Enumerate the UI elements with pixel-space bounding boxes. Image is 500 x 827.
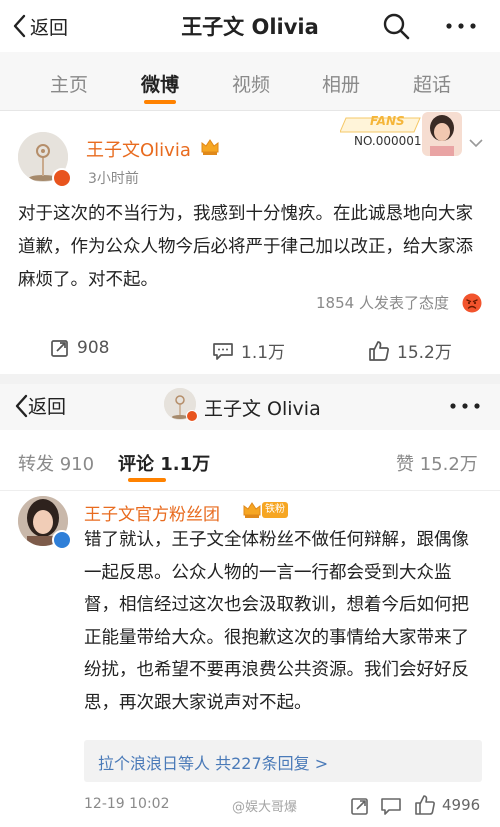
active-tab-indicator (128, 478, 166, 482)
detail-name[interactable]: 王子文 Olivia (204, 394, 321, 421)
repost-icon (51, 340, 68, 357)
tab-likes[interactable]: 赞 15.2万 (396, 450, 478, 476)
watermark: @娱大哥爆 (232, 800, 298, 815)
comment-body: 错了就认，王子文全体粉丝不做任何辩解，跟偶像一起反思。公众人物的一言一行都会受到… (84, 530, 469, 713)
thumbs-up-icon (369, 340, 389, 361)
tab-albums[interactable]: 相册 (322, 70, 360, 97)
post-action-bar: 908 1.1万 15.2万 (0, 334, 500, 368)
member-crown-icon (243, 502, 261, 518)
profile-tabs: 主页 微博 视频 相册 超话 (0, 52, 500, 111)
fans-number: NO.000001 (354, 134, 422, 148)
post-time: 3小时前 (88, 171, 139, 187)
active-tab-indicator (144, 100, 176, 104)
fan-level-badge: 铁粉 (262, 502, 288, 518)
tab-home[interactable]: 主页 (50, 70, 88, 97)
post-body: 对于这次的不当行为，我感到十分愧疚。在此诚恳地向大家道歉，作为公众人物今后必将严… (18, 204, 473, 290)
like-count: 15.2万 (397, 343, 452, 363)
replies-text: 拉个浪浪日等人 共227条回复 > (98, 754, 329, 773)
top-nav-bar: 返回 王子文 Olivia (0, 0, 500, 52)
portrait-image (422, 112, 462, 156)
thumbs-up-icon[interactable] (414, 794, 436, 816)
chevron-left-icon (15, 394, 28, 417)
detail-back-label: 返回 (28, 396, 67, 418)
comment-like-count: 4996 (442, 796, 481, 814)
section-divider (0, 374, 500, 384)
replies-link[interactable]: 拉个浪浪日等人 共227条回复 > (84, 740, 482, 782)
detail-tabs: 转发 910 评论 1.1万 赞 15.2万 (0, 430, 500, 491)
chevron-down-icon[interactable] (468, 137, 484, 149)
commenter-name[interactable]: 王子文官方粉丝团 (84, 500, 220, 525)
reaction-summary[interactable]: 1854 人发表了态度 (316, 292, 449, 313)
search-icon[interactable] (382, 12, 410, 40)
comment-count: 1.1万 (241, 343, 286, 363)
repost-button[interactable]: 908 (50, 338, 109, 358)
tab-weibo[interactable]: 微博 (141, 70, 179, 97)
member-crown-icon (201, 139, 219, 155)
fans-badge[interactable]: FANS NO.000001 (340, 112, 466, 156)
blue-verified-badge (52, 530, 72, 550)
post-author[interactable]: 王子文Olivia (86, 136, 191, 162)
detail-back-button[interactable]: 返回 (14, 392, 66, 419)
page-title: 王子文 Olivia (181, 15, 319, 39)
fans-title: FANS (370, 114, 405, 128)
detail-header: 返回 王子文 Olivia (0, 384, 500, 430)
tab-reposts[interactable]: 转发 910 (18, 450, 94, 476)
comment-icon (213, 342, 233, 360)
comment-button[interactable]: 1.1万 (212, 338, 285, 363)
verified-badge (52, 168, 72, 188)
comment-icon[interactable] (380, 796, 402, 816)
screen: 返回 王子文 Olivia 主页 微博 视频 相册 超话 王子文Olivia 3… (0, 0, 500, 827)
more-icon[interactable] (446, 23, 476, 29)
detail-verified-badge (186, 410, 198, 422)
tab-super-topic[interactable]: 超话 (413, 70, 451, 97)
angry-emoji-icon (462, 293, 482, 313)
tab-comments[interactable]: 评论 1.1万 (118, 450, 210, 476)
share-icon[interactable] (350, 796, 370, 816)
tab-videos[interactable]: 视频 (232, 70, 270, 97)
fans-portrait (422, 112, 462, 156)
like-button[interactable]: 15.2万 (368, 338, 452, 363)
more-icon[interactable] (450, 403, 480, 409)
comment-date: 12-19 10:02 (84, 796, 170, 812)
repost-count: 908 (77, 338, 110, 358)
